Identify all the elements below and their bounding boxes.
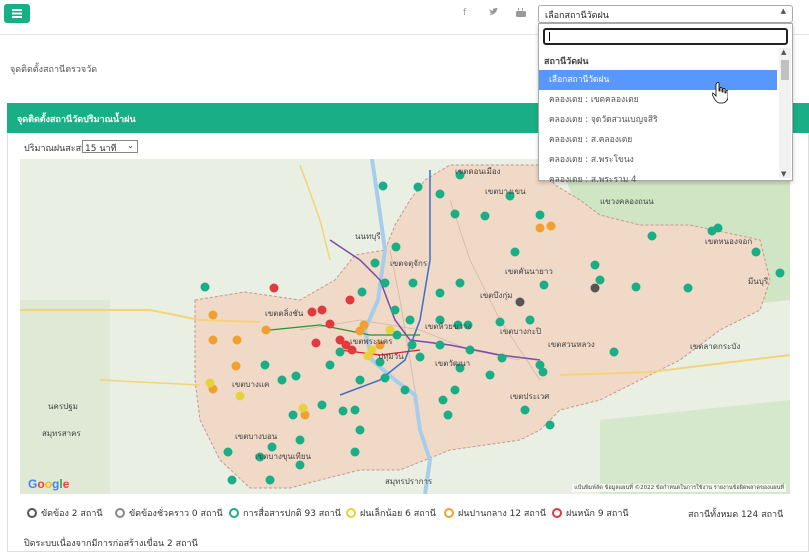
scroll-up-icon[interactable]: ▲ xyxy=(781,48,786,56)
map-place-label: เขตวัฒนา xyxy=(435,359,471,368)
map-place-label: เขตพระนคร xyxy=(350,337,393,346)
total-stations: สถานีทั้งหมด 124 สถานี xyxy=(688,510,784,520)
map-place-label: นนทบุรี xyxy=(355,232,381,241)
google-logo: Google xyxy=(28,477,70,491)
footer-note: ปิดระบบเนื่องจากมีการก่อสร้างเขื่อน 2 สถ… xyxy=(24,539,198,549)
dropdown-option[interactable]: เลือกสถานีวัดฝน xyxy=(539,70,777,90)
legend-label: ฝนปานกลาง 12 สถานี xyxy=(458,509,547,519)
map-place-label: เขตบึงกุ่ม xyxy=(480,291,513,300)
menu-button[interactable] xyxy=(4,4,30,23)
rain-marker-icon xyxy=(552,508,562,518)
map-place-label: แขวงคลองถนน xyxy=(600,197,654,206)
chevron-down-icon: ⌄ xyxy=(127,141,134,150)
map-place-label: เขตบางแค xyxy=(232,380,270,389)
rain-marker-icon xyxy=(444,508,454,518)
scroll-down-icon[interactable]: ▼ xyxy=(781,170,786,178)
dropdown-option[interactable]: คลองเตย : ส.พระโขนง xyxy=(539,150,777,170)
map-place-label: เขตคันนายาว xyxy=(505,267,553,276)
page-subtitle: จุดติดตั้งสถานีตรวจวัด xyxy=(10,65,98,75)
map-place-label: เขตบางเขน xyxy=(485,187,526,196)
station-select-value: เลือกสถานีวัดฝน xyxy=(545,11,609,21)
dropdown-group-label: สถานีวัดฝน xyxy=(544,57,589,67)
legend-item: ฝนปานกลาง 12 สถานี xyxy=(444,506,546,520)
dropdown-option[interactable]: คลองเตย : เขตคลองเตย xyxy=(539,90,777,110)
map-place-label: เขตจตุจักร xyxy=(390,259,428,268)
legend-item: ขัดข้อง 2 สถานี xyxy=(27,506,103,520)
dropdown-search-input[interactable] xyxy=(543,28,788,45)
map-place-label: เขตบางกะปิ xyxy=(500,327,542,336)
map-place-label: เขตหนองจอก xyxy=(705,237,753,246)
dropdown-option[interactable]: คลองเตย : จุดวัดสวนเบญจสิริ xyxy=(539,110,777,130)
map-place-label: นครปฐม xyxy=(48,402,78,411)
station-dropdown[interactable]: สถานีวัดฝน เลือกสถานีวัดฝน คลองเตย : เขตค… xyxy=(538,23,793,185)
twitter-icon[interactable] xyxy=(489,7,498,19)
youtube-icon[interactable] xyxy=(516,8,526,20)
map-place-label: เขตประเวศ xyxy=(510,392,550,401)
map-attribution[interactable]: แป้นพิมพ์ลัด ข้อมูลแผนที่ ©2022 ข้อกำหนด… xyxy=(572,484,786,492)
dropdown-arrow-icon: ▲ xyxy=(780,7,786,15)
dropdown-list: เลือกสถานีวัดฝน คลองเตย : เขตคลองเตย คลองเ… xyxy=(539,70,777,190)
hand-cursor-icon xyxy=(712,82,728,104)
rain-marker-icon xyxy=(229,508,239,518)
map-place-label: มีนบุรี xyxy=(748,277,769,286)
legend-label: การสื่อสารปกติ 93 สถานี xyxy=(243,509,341,519)
station-map[interactable]: เขตดอนเมืองเขตบางเขนเขตสายไหมแขวงคลองถนน… xyxy=(20,159,790,494)
map-place-label: สมุทรสาคร xyxy=(42,429,81,438)
legend-item: ฝนเล็กน้อย 6 สถานี xyxy=(346,506,436,520)
rain-accum-label: ปริมาณฝนสะสม xyxy=(24,144,88,154)
legend-label: ขัดข้อง 2 สถานี xyxy=(41,509,103,519)
map-place-label: เขตห้วยขวาง xyxy=(425,322,472,331)
map-place-label: เขตดอนเมือง xyxy=(455,167,501,176)
legend-item: ฝนหนัก 9 สถานี xyxy=(552,506,629,520)
hamburger-icon xyxy=(12,9,22,18)
facebook-icon[interactable]: f xyxy=(463,8,466,18)
legend-label: ขัดข้องชั่วคราว 0 สถานี xyxy=(129,509,223,519)
map-place-label: เขตบางบอน xyxy=(235,432,278,441)
map-place-label: เขตตลิ่งชัน xyxy=(265,309,304,318)
rain-marker-icon xyxy=(115,508,125,518)
map-canvas xyxy=(20,159,790,494)
rain-interval-select[interactable]: 15 นาที ⌄ xyxy=(82,140,138,154)
dropdown-option[interactable]: คลองเตย : ส.คลองเตย xyxy=(539,130,777,150)
map-place-label: เขตสวนหลวง xyxy=(548,340,595,349)
rain-marker-icon xyxy=(27,508,37,518)
map-place-label: ปทุมวัน xyxy=(378,352,404,361)
legend-label: ฝนหนัก 9 สถานี xyxy=(566,509,629,519)
rain-interval-value: 15 นาที xyxy=(85,144,117,154)
legend-label: ฝนเล็กน้อย 6 สถานี xyxy=(360,509,436,519)
station-select[interactable]: เลือกสถานีวัดฝน ▲ xyxy=(538,5,793,23)
legend-item: ขัดข้องชั่วคราว 0 สถานี xyxy=(115,506,223,520)
map-place-label: เขตบางขุนเทียน xyxy=(255,452,311,461)
legend-item: การสื่อสารปกติ 93 สถานี xyxy=(229,506,341,520)
rain-marker-icon xyxy=(346,508,356,518)
dropdown-scrollbar[interactable]: ▲ ▼ xyxy=(779,48,791,178)
map-place-label: เขตลาดกระบัง xyxy=(690,342,741,351)
dropdown-option[interactable]: คลองเตย : ส.พระราม 4 xyxy=(539,170,777,190)
map-place-label: สมุทรปราการ xyxy=(385,477,433,486)
